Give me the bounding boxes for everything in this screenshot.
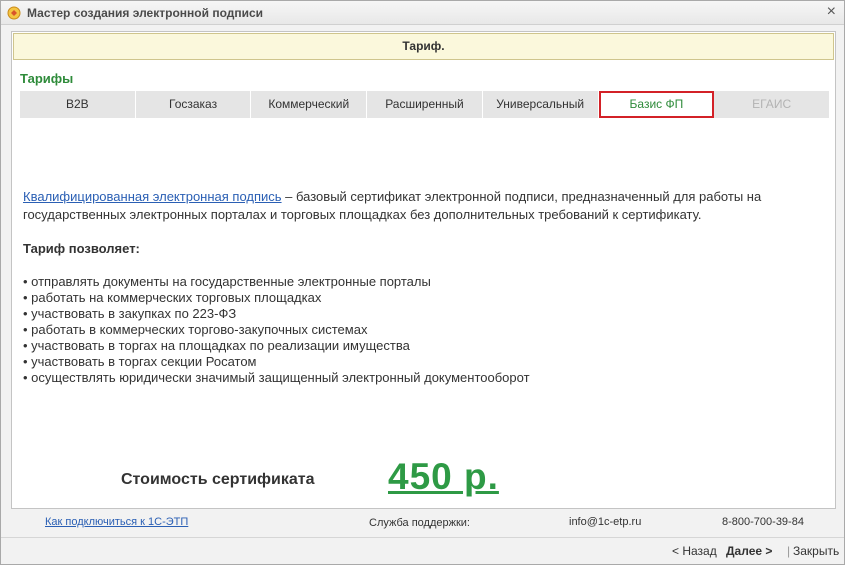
list-item: • отправлять документы на государственны… <box>23 274 431 289</box>
footer-divider <box>1 537 844 538</box>
tab-goszakaz[interactable]: Госзаказ <box>136 91 252 118</box>
tab-b2b[interactable]: B2B <box>20 91 136 118</box>
window-title: Мастер создания электронной подписи <box>27 6 264 20</box>
next-button[interactable]: Далее > <box>726 544 772 558</box>
list-item: • работать на коммерческих торговых площ… <box>23 290 322 305</box>
tab-basis-fp[interactable]: Базис ФП <box>598 91 715 118</box>
wizard-window: Мастер создания электронной подписи × Та… <box>0 0 845 565</box>
nav-divider: | <box>787 544 791 558</box>
back-button[interactable]: < Назад <box>672 544 717 558</box>
title-bar: Мастер создания электронной подписи × <box>1 1 844 25</box>
list-item: • участвовать в закупках по 223-ФЗ <box>23 306 237 321</box>
tab-commercial[interactable]: Коммерческий <box>251 91 368 118</box>
list-item: • участвовать в торгах секции Росатом <box>23 354 257 369</box>
tariff-tabs: B2B Госзаказ Коммерческий Расширенный Ун… <box>20 91 830 118</box>
app-icon <box>7 6 21 20</box>
cost-value: 450 р. <box>388 456 499 497</box>
content-panel: Тариф. Тарифы B2B Госзаказ Коммерческий … <box>11 31 836 509</box>
tab-extended[interactable]: Расширенный <box>367 91 483 118</box>
tariff-description: Квалифицированная электронная подпись – … <box>23 188 828 224</box>
how-to-connect-link[interactable]: Как подключиться к 1С-ЭТП <box>45 516 188 528</box>
step-banner: Тариф. <box>13 33 834 60</box>
cost-label: Стоимость сертификата <box>121 471 315 488</box>
close-icon[interactable]: × <box>827 4 836 20</box>
support-email: info@1c-etp.ru <box>569 516 642 528</box>
list-item: • осуществлять юридически значимый защищ… <box>23 370 530 385</box>
support-label: Служба поддержки: <box>369 517 470 529</box>
tab-egais[interactable]: ЕГАИС <box>714 91 830 118</box>
tab-universal[interactable]: Универсальный <box>483 91 599 118</box>
support-phone: 8-800-700-39-84 <box>722 516 804 528</box>
qualified-signature-link[interactable]: Квалифицированная электронная подпись <box>23 189 282 204</box>
features-list: • отправлять документы на государственны… <box>23 274 530 386</box>
close-button[interactable]: Закрыть <box>793 544 839 558</box>
list-item: • работать в коммерческих торгово-закупо… <box>23 322 368 337</box>
section-title: Тарифы <box>20 71 74 86</box>
allows-title: Тариф позволяет: <box>23 241 140 256</box>
list-item: • участвовать в торгах на площадках по р… <box>23 338 410 353</box>
